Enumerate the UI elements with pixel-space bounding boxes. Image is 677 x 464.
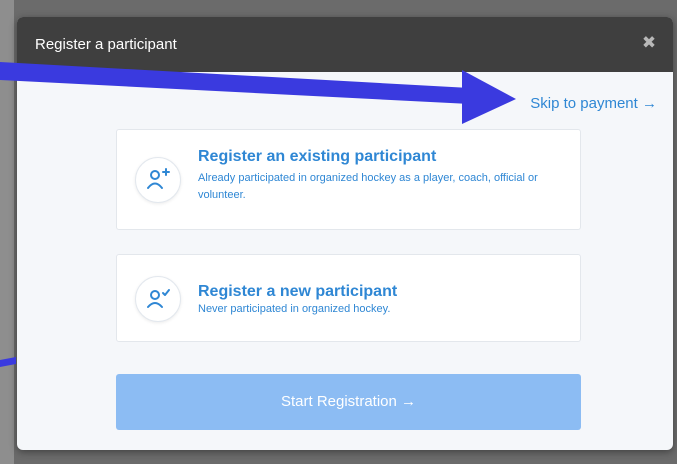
option-existing-participant[interactable]: Register an existing participant Already…: [116, 129, 581, 230]
close-icon[interactable]: ✖: [641, 34, 657, 51]
start-registration-label: Start Registration →: [280, 393, 417, 410]
modal-title: Register a participant: [35, 36, 177, 53]
option-title: Register an existing participant: [198, 148, 437, 165]
option-description: Already participated in organized hockey…: [198, 172, 538, 201]
user-plus-icon: [135, 157, 181, 203]
backdrop-edge: [0, 0, 14, 464]
skip-to-payment-link[interactable]: Skip to payment →: [530, 95, 657, 112]
modal-header: Register a participant ✖: [17, 17, 673, 72]
register-participant-modal: Register a participant ✖ Skip to payment…: [17, 17, 673, 450]
option-new-participant[interactable]: Register a new participant Never partici…: [116, 254, 581, 342]
user-check-icon: [135, 276, 181, 322]
option-description: Never participated in organized hockey.: [198, 303, 391, 315]
option-title: Register a new participant: [198, 283, 398, 300]
start-registration-button[interactable]: Start Registration →: [116, 374, 581, 430]
